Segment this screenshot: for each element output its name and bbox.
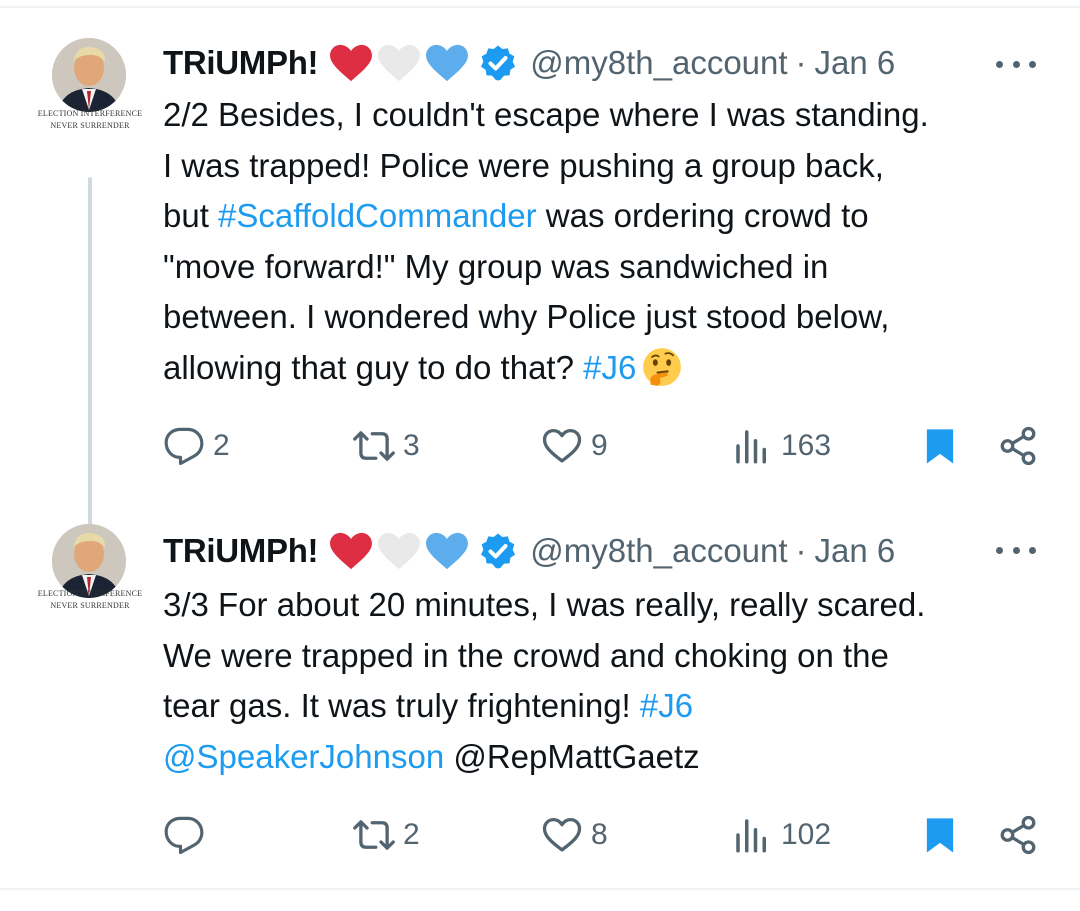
like-count: 9 [591,429,608,462]
more-icon[interactable] [996,54,1036,74]
retweet-count: 3 [403,429,420,462]
thinking-face-emoji-icon [643,347,682,386]
red-heart-icon [330,532,373,570]
hashtag-link[interactable]: #ScaffoldCommander [218,197,537,234]
reply-button[interactable] [163,810,205,860]
tweet-text-part: @RepMattGaetz [444,737,700,775]
views-icon [736,819,766,853]
views-button[interactable]: 102 [731,810,831,860]
thread-connector-line [88,177,92,543]
hashtag-link[interactable]: #J6 [583,349,636,386]
tweet-date[interactable]: Jan 6 [815,44,896,82]
views-count: 102 [781,818,832,851]
avatar[interactable] [52,38,126,112]
tweet-text: 3/3 For about 20 minutes, I was really, … [163,580,1048,782]
bookmark-button[interactable] [919,810,961,860]
share-button[interactable] [997,421,1039,471]
tweet-header: TRiUMPh! @my8th_account · Jan 6 [163,38,895,88]
views-button[interactable]: 163 [731,421,831,471]
views-icon [736,430,766,464]
avatar-caption: ELECTION INTERFERENCE NEVER SURRENDER [30,108,150,132]
bookmark-button[interactable] [919,421,961,471]
share-button[interactable] [997,810,1039,860]
tweet-2-of-2[interactable]: ELECTION INTERFERENCE NEVER SURRENDER TR… [0,30,1080,543]
retweet-count: 2 [403,818,420,851]
tweet-text: 2/2 Besides, I couldn't escape where I w… [163,90,1048,393]
avatar-caption-line-2: NEVER SURRENDER [50,121,130,130]
tweet-actions: 2 3 9 163 [163,421,1043,471]
views-count: 163 [781,429,832,462]
handle[interactable]: @my8th_account [530,44,787,82]
tweet-date[interactable]: Jan 6 [815,532,896,570]
retweet-button[interactable]: 3 [353,421,420,471]
bookmark-icon [926,818,954,853]
like-icon [542,428,582,463]
avatar-caption-line-2: NEVER SURRENDER [50,601,130,610]
share-icon [1000,815,1036,855]
blue-heart-icon [426,44,469,82]
like-button[interactable]: 8 [541,810,608,860]
display-name[interactable]: TRiUMPh! [163,44,319,82]
separator-dot: · [795,44,807,81]
mention-link[interactable]: @SpeakerJohnson [163,738,444,775]
like-button[interactable]: 9 [541,421,608,471]
tweet-header: TRiUMPh! @my8th_account · Jan 6 [163,526,895,576]
like-icon [542,817,582,852]
hashtag-link[interactable]: #J6 [640,687,693,724]
blue-heart-icon [426,532,469,570]
name-emoji-hearts [328,531,472,571]
white-heart-icon [378,532,421,570]
tweet-actions: 2 8 102 [163,810,1043,860]
tweet-text-part: 3/3 For about 20 minutes, I was really, … [163,586,926,724]
avatar-caption-line-1: ELECTION INTERFERENCE [37,109,143,118]
retweet-icon [353,431,395,461]
reply-icon [164,816,204,855]
reply-count: 2 [213,429,230,462]
red-heart-icon [330,44,373,82]
verified-badge-icon[interactable] [478,43,518,83]
verified-badge-icon[interactable] [478,531,518,571]
bookmark-icon [926,429,954,464]
avatar[interactable] [52,524,126,598]
display-name[interactable]: TRiUMPh! [163,532,319,570]
avatar-portrait-image [52,38,126,112]
like-count: 8 [591,818,608,851]
more-icon[interactable] [996,540,1036,560]
retweet-icon [353,820,395,850]
reply-button[interactable]: 2 [163,421,230,471]
top-divider [0,6,1080,8]
share-icon [1000,426,1036,466]
separator-dot: · [795,532,807,569]
name-emoji-hearts [328,43,472,83]
tweet-3-of-3[interactable]: ELECTION INTERFERENCE NEVER SURRENDER TR… [0,520,1080,880]
bottom-divider [0,888,1080,890]
avatar-portrait-image [52,524,126,598]
retweet-button[interactable]: 2 [353,810,420,860]
avatar-caption: ELECTION INTERFERENCE NEVER SURRENDER [30,588,150,612]
reply-icon [164,427,204,466]
handle[interactable]: @my8th_account [530,532,787,570]
avatar-caption-line-1: ELECTION INTERFERENCE [37,589,143,598]
white-heart-icon [378,44,421,82]
